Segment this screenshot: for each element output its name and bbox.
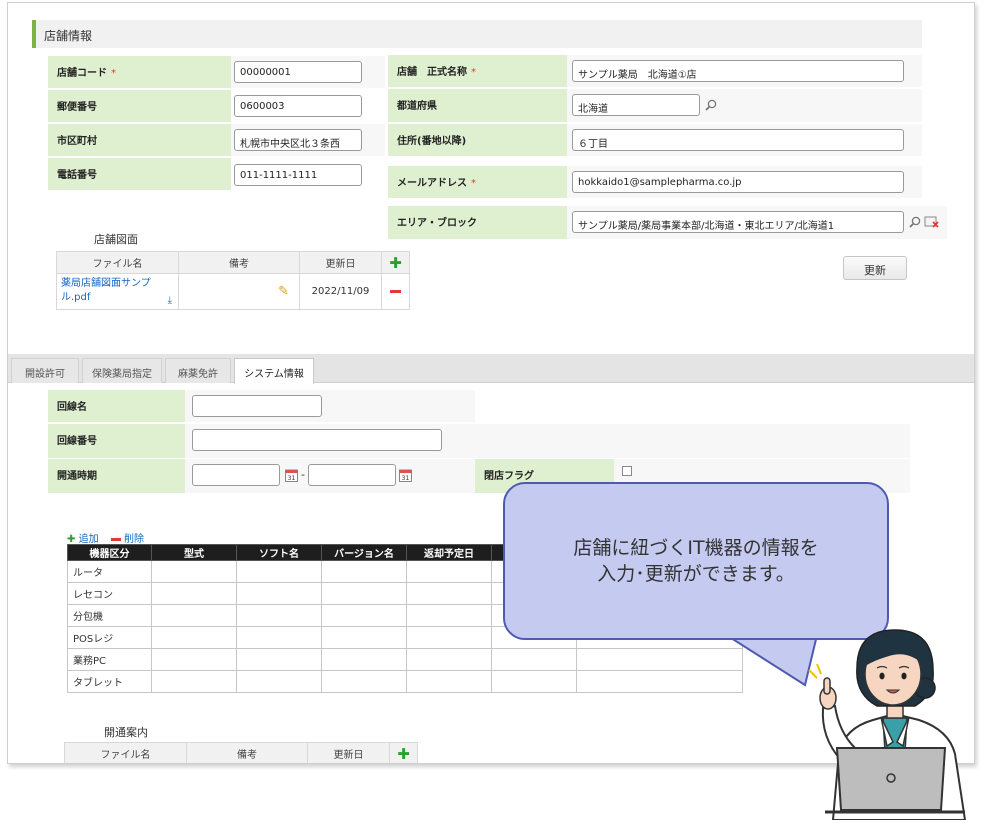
tab-narcotics-license[interactable]: 麻薬免許 <box>165 358 231 383</box>
prefecture-label: 都道府県 <box>388 89 567 122</box>
open-period-label: 開通時期 <box>48 459 185 493</box>
section-header: 店舗情報 <box>32 20 922 48</box>
add-icon[interactable]: ✚ <box>389 254 402 272</box>
postal-code-input[interactable]: 0600003 <box>234 95 362 117</box>
tab-system-info[interactable]: システム情報 <box>234 358 314 384</box>
floorplan-header-note: 備考 <box>178 251 300 274</box>
line-name-input[interactable] <box>192 395 322 417</box>
open-end-date-input[interactable] <box>308 464 396 486</box>
guide-table: ファイル名 備考 更新日 ✚ <box>64 742 418 763</box>
city-label: 市区町村 <box>48 124 231 156</box>
equip-header-version: バージョン名 <box>321 544 407 561</box>
guide-header-file: ファイル名 <box>64 742 187 763</box>
email-label: メールアドレス * <box>388 166 567 198</box>
line-name-label: 回線名 <box>48 390 185 422</box>
city-input[interactable]: 札幌市中央区北３条西 <box>234 129 362 151</box>
section-title: 店舗情報 <box>44 29 93 43</box>
table-row[interactable]: 業務PC <box>67 648 743 671</box>
email-input[interactable]: hokkaido1@samplepharma.co.jp <box>572 171 904 193</box>
address-input[interactable]: ６丁目 <box>572 129 904 151</box>
floorplan-file-link[interactable]: 薬局店舗図面サンプル.pdf <box>61 277 161 305</box>
minus-icon <box>111 537 121 541</box>
update-button[interactable]: 更新 <box>843 256 907 280</box>
date-separator: - <box>301 468 305 481</box>
equip-header-category: 機器区分 <box>67 544 152 561</box>
search-icon[interactable] <box>705 99 717 111</box>
speech-bubble-text: 店舗に紐づくIT機器の情報を 入力･更新ができます。 <box>573 537 819 585</box>
svg-text:31: 31 <box>288 475 296 482</box>
line-number-input[interactable] <box>192 429 442 451</box>
calendar-icon[interactable]: 31 <box>399 468 412 482</box>
equip-header-software: ソフト名 <box>236 544 322 561</box>
table-row[interactable]: タブレット <box>67 670 743 693</box>
tab-insurance-pharmacy[interactable]: 保険薬局指定 <box>82 358 162 383</box>
guide-header-note: 備考 <box>186 742 308 763</box>
store-name-input[interactable]: サンプル薬局 北海道①店 <box>572 60 904 82</box>
floorplan-table: ファイル名 備考 更新日 ✚ 薬局店舗図面サンプル.pdf ⤓ ✎ 2022/1… <box>56 251 410 310</box>
floorplan-header-file: ファイル名 <box>56 251 179 274</box>
delete-equipment-button[interactable]: 削除 <box>111 530 144 545</box>
calendar-icon[interactable]: 31 <box>285 468 298 482</box>
equip-header-model: 型式 <box>151 544 237 561</box>
clear-icon[interactable] <box>924 215 940 229</box>
store-name-label: 店舗 正式名称 * <box>388 55 567 87</box>
svg-text:31: 31 <box>402 475 410 482</box>
floorplan-header-date: 更新日 <box>299 251 382 274</box>
postal-code-label: 郵便番号 <box>48 90 231 122</box>
phone-input[interactable]: 011-1111-1111 <box>234 164 362 186</box>
phone-label: 電話番号 <box>48 158 231 190</box>
search-icon[interactable] <box>909 216 921 228</box>
add-equipment-button[interactable]: ✚ 追加 <box>67 530 99 545</box>
add-icon[interactable]: ✚ <box>397 745 410 763</box>
area-block-input[interactable]: サンプル薬局/薬局事業本部/北海道・東北エリア/北海道1 <box>572 211 904 233</box>
store-code-label: 店舗コード * <box>48 56 231 88</box>
woman-with-laptop-illustration <box>808 629 967 820</box>
floorplan-title: 店舗図面 <box>94 233 138 246</box>
prefecture-input[interactable]: 北海道 <box>572 94 700 116</box>
floorplan-date: 2022/11/09 <box>299 273 382 310</box>
line-number-label: 回線番号 <box>48 424 185 458</box>
area-block-label: エリア・ブロック <box>388 206 567 239</box>
address-label: 住所(番地以降) <box>388 124 567 156</box>
download-icon[interactable]: ⤓ <box>168 295 172 306</box>
guide-header-date: 更新日 <box>307 742 390 763</box>
delete-icon[interactable] <box>390 289 401 293</box>
guide-title: 開通案内 <box>104 726 148 739</box>
store-code-input[interactable]: 00000001 <box>234 61 362 83</box>
close-flag-checkbox[interactable] <box>622 466 632 476</box>
tab-opening-permit[interactable]: 開設許可 <box>11 358 79 383</box>
open-start-date-input[interactable] <box>192 464 280 486</box>
edit-pencil-icon[interactable]: ✎ <box>278 284 289 299</box>
table-row: 薬局店舗図面サンプル.pdf ⤓ <box>56 273 179 310</box>
equip-header-return-date: 返却予定日 <box>406 544 492 561</box>
